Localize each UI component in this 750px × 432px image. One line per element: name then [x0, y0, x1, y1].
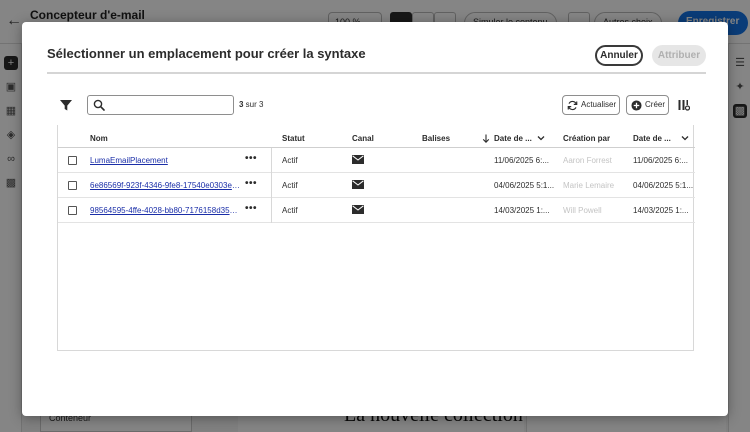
- created-by-cell: Marie Lemaire: [563, 181, 615, 190]
- result-count-total: sur 3: [243, 100, 264, 109]
- table-row[interactable]: 98564595-4ffe-4028-bb80-7176158d3546... …: [58, 198, 695, 223]
- mail-icon: [352, 155, 364, 164]
- mail-icon: [352, 180, 364, 189]
- date-created-cell: 11/06/2025 6:...: [494, 156, 550, 165]
- column-header-date-modified[interactable]: Date de ...: [633, 134, 671, 143]
- search-icon: [93, 99, 105, 111]
- date-modified-cell: 11/06/2025 6:...: [633, 156, 689, 165]
- search-field[interactable]: [87, 95, 234, 115]
- result-count: 3 sur 3: [239, 100, 263, 109]
- status-cell: Actif: [282, 206, 298, 215]
- refresh-icon: [567, 100, 578, 111]
- refresh-label: Actualiser: [581, 100, 617, 109]
- cancel-button[interactable]: Annuler: [595, 45, 643, 66]
- mail-icon: [352, 205, 364, 214]
- more-actions-icon[interactable]: •••: [245, 203, 257, 214]
- row-checkbox[interactable]: [68, 181, 77, 190]
- sort-descending-icon[interactable]: [482, 134, 490, 143]
- create-label: Créer: [645, 100, 666, 109]
- placements-table: Nom Statut Canal Balises Date de ... Cré…: [57, 125, 695, 351]
- column-header-name[interactable]: Nom: [90, 134, 108, 143]
- select-placement-dialog: Sélectionner un emplacement pour créer l…: [22, 22, 728, 416]
- column-divider: [271, 148, 272, 173]
- more-actions-icon[interactable]: •••: [245, 178, 257, 189]
- placement-name-link[interactable]: LumaEmailPlacement: [90, 156, 240, 165]
- column-header-tags[interactable]: Balises: [422, 134, 450, 143]
- date-created-cell: 14/03/2025 1:...: [494, 206, 550, 215]
- placement-name-link[interactable]: 98564595-4ffe-4028-bb80-7176158d3546...: [90, 206, 240, 215]
- column-header-status[interactable]: Statut: [282, 134, 305, 143]
- row-checkbox[interactable]: [68, 156, 77, 165]
- assign-button: Attribuer: [652, 45, 706, 66]
- column-header-created-by[interactable]: Création par: [563, 134, 610, 143]
- status-cell: Actif: [282, 156, 298, 165]
- chevron-down-icon[interactable]: [681, 135, 689, 141]
- row-checkbox[interactable]: [68, 206, 77, 215]
- more-actions-icon[interactable]: •••: [245, 153, 257, 164]
- create-button[interactable]: Créer: [626, 95, 669, 115]
- created-by-cell: Will Powell: [563, 206, 602, 215]
- refresh-button[interactable]: Actualiser: [562, 95, 620, 115]
- search-input[interactable]: [109, 97, 231, 113]
- filter-icon[interactable]: [59, 98, 73, 112]
- created-by-cell: Aaron Forrest: [563, 156, 612, 165]
- add-circle-icon: [631, 100, 642, 111]
- column-divider: [271, 198, 272, 223]
- dialog-title: Sélectionner un emplacement pour créer l…: [47, 46, 366, 61]
- table-row[interactable]: LumaEmailPlacement ••• Actif 11/06/2025 …: [58, 148, 695, 173]
- table-row[interactable]: 6e86569f-923f-4346-9fe8-17540e0303e8... …: [58, 173, 695, 198]
- chevron-down-icon[interactable]: [537, 135, 545, 141]
- column-header-date-created[interactable]: Date de ...: [494, 134, 532, 143]
- column-divider: [271, 173, 272, 198]
- date-modified-cell: 14/03/2025 1:...: [633, 206, 689, 215]
- placement-name-link[interactable]: 6e86569f-923f-4346-9fe8-17540e0303e8...: [90, 181, 240, 190]
- date-created-cell: 04/06/2025 5:1...: [494, 181, 555, 190]
- status-cell: Actif: [282, 181, 298, 190]
- header-divider: [47, 72, 706, 74]
- date-modified-cell: 04/06/2025 5:1...: [633, 181, 694, 190]
- column-settings-icon[interactable]: [678, 99, 690, 111]
- column-header-channel[interactable]: Canal: [352, 134, 374, 143]
